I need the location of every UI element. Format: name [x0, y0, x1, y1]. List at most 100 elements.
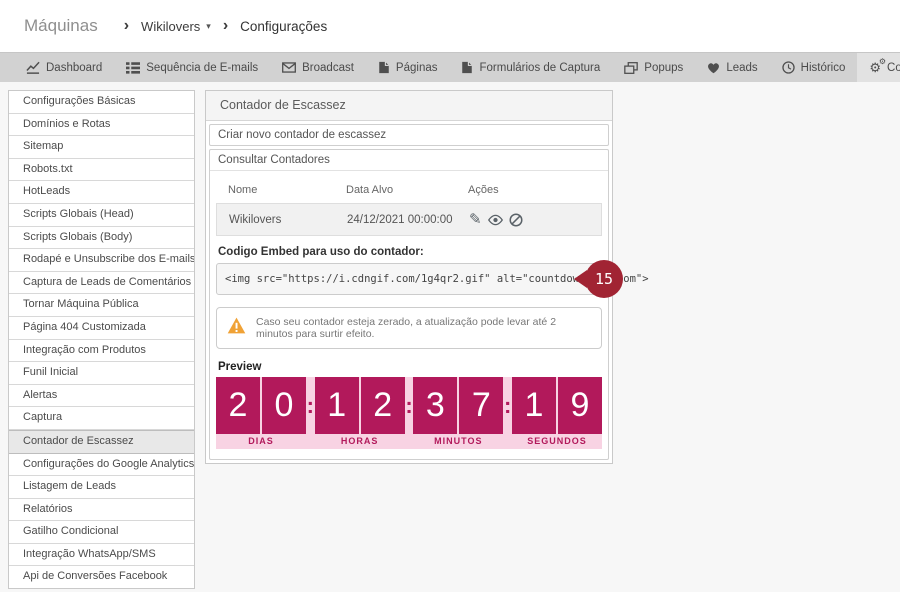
list-icon — [126, 61, 140, 74]
tab-label: Páginas — [396, 62, 438, 74]
countdown-group-horas: 1 2 HORAS — [315, 377, 405, 449]
content-area: Configurações Básicas Domínios e Rotas S… — [0, 82, 900, 589]
tab-label: Popups — [644, 62, 683, 74]
breadcrumb-root[interactable]: Máquinas — [24, 16, 98, 36]
breadcrumb-chevron-icon: › — [124, 17, 129, 35]
sidebar-item-captura[interactable]: Captura — [9, 407, 194, 430]
gears-icon: ⚙⚙ — [869, 61, 881, 74]
tab-leads[interactable]: Leads — [695, 53, 769, 82]
header: Máquinas › Wikilovers ▾ › Configurações — [0, 0, 900, 52]
counter-actions-cell: ✎ — [469, 212, 601, 227]
disable-ban-icon[interactable] — [509, 213, 523, 227]
sidebar-item-dominios-e-rotas[interactable]: Domínios e Rotas — [9, 114, 194, 137]
tab-label: Histórico — [801, 62, 846, 74]
warning-box: Caso seu contador esteja zerado, a atual… — [216, 307, 602, 349]
tab-label: Configurações — [887, 62, 900, 74]
tab-configuracoes[interactable]: ⚙⚙ Configurações — [857, 53, 900, 82]
countdown-digit: 3 — [413, 377, 457, 434]
sidebar-item-tornar-maquina-publica[interactable]: Tornar Máquina Pública — [9, 294, 194, 317]
panel-body: Criar novo contador de escassez Consulta… — [206, 121, 612, 463]
app-window: Máquinas › Wikilovers ▾ › Configurações … — [0, 0, 900, 592]
sidebar-item-robots-txt[interactable]: Robots.txt — [9, 159, 194, 182]
tab-broadcast[interactable]: Broadcast — [270, 53, 366, 82]
view-eye-icon[interactable] — [487, 214, 504, 226]
countdown-group-dias: 2 0 DIAS — [216, 377, 306, 449]
tab-sequencia-de-emails[interactable]: Sequência de E-mails — [114, 53, 270, 82]
counter-target-date-cell: 24/12/2021 00:00:00 — [347, 214, 469, 226]
badge-number: 15 — [595, 270, 613, 288]
sidebar-item-alertas[interactable]: Alertas — [9, 385, 194, 408]
tab-label: Leads — [726, 62, 757, 74]
sidebar-item-listagem-de-leads[interactable]: Listagem de Leads — [9, 476, 194, 499]
consult-counters-accordion: Consultar Contadores Nome Data Alvo Açõe… — [209, 149, 609, 460]
sidebar-item-integracao-whatsapp-sms[interactable]: Integração WhatsApp/SMS — [9, 544, 194, 567]
countdown-unit-label: DIAS — [216, 434, 306, 449]
sidebar-item-scripts-globais-body[interactable]: Scripts Globais (Body) — [9, 227, 194, 250]
countdown-digit: 0 — [262, 377, 306, 434]
countdown-unit-label: HORAS — [315, 434, 405, 449]
tab-label: Broadcast — [302, 62, 354, 74]
settings-sidebar: Configurações Básicas Domínios e Rotas S… — [8, 90, 195, 589]
panel-title: Contador de Escassez — [206, 91, 612, 121]
warning-triangle-icon — [227, 317, 246, 339]
embed-code-box[interactable]: <img src="https://i.cdngif.com/1g4qr2.gi… — [216, 263, 602, 295]
column-header-acoes: Ações — [468, 184, 602, 196]
sidebar-item-relatorios[interactable]: Relatórios — [9, 499, 194, 522]
countdown-separator: : — [405, 377, 414, 434]
tab-formularios-de-captura[interactable]: Formulários de Captura — [449, 53, 612, 82]
counter-name-cell: Wikilovers — [229, 214, 347, 226]
form-icon — [461, 61, 473, 74]
edit-pencil-icon[interactable]: ✎ — [469, 212, 482, 227]
countdown-digit: 1 — [315, 377, 359, 434]
sidebar-item-configuracoes-basicas[interactable]: Configurações Básicas — [9, 91, 194, 114]
sidebar-item-sitemap[interactable]: Sitemap — [9, 136, 194, 159]
sidebar-item-integracao-produtos[interactable]: Integração com Produtos — [9, 340, 194, 363]
tab-popups[interactable]: Popups — [612, 53, 695, 82]
breadcrumb-machine-dropdown[interactable]: Wikilovers ▾ — [141, 19, 211, 34]
consult-counters-header[interactable]: Consultar Contadores — [210, 150, 608, 171]
table-header-row: Nome Data Alvo Ações — [216, 177, 602, 203]
sidebar-item-hotleads[interactable]: HotLeads — [9, 181, 194, 204]
countdown-digit: 9 — [558, 377, 602, 434]
countdown-separator: : — [503, 377, 512, 434]
counters-table: Nome Data Alvo Ações Wikilovers 24/12/20… — [216, 177, 602, 236]
sidebar-item-captura-leads-fb[interactable]: Captura de Leads de Comentários do FB — [9, 272, 194, 295]
column-header-data-alvo: Data Alvo — [346, 184, 468, 196]
chevron-down-icon: ▾ — [206, 21, 211, 32]
table-row: Wikilovers 24/12/2021 00:00:00 ✎ — [216, 203, 602, 236]
tab-label: Dashboard — [46, 62, 102, 74]
preview-label: Preview — [218, 361, 602, 373]
countdown-separator: : — [306, 377, 315, 434]
breadcrumb-chevron-icon: › — [223, 17, 228, 35]
sidebar-item-contador-de-escassez[interactable]: Contador de Escassez — [9, 430, 194, 454]
sidebar-item-funil-inicial[interactable]: Funil Inicial — [9, 362, 194, 385]
tab-label: Formulários de Captura — [479, 62, 600, 74]
sidebar-item-scripts-globais-head[interactable]: Scripts Globais (Head) — [9, 204, 194, 227]
countdown-digit: 1 — [512, 377, 556, 434]
breadcrumb-machine-label: Wikilovers — [141, 19, 200, 34]
page-icon — [378, 61, 390, 74]
tab-historico[interactable]: Histórico — [770, 53, 858, 82]
create-counter-accordion[interactable]: Criar novo contador de escassez — [209, 124, 609, 146]
countdown-group-minutos: 3 7 MINUTOS — [413, 377, 503, 449]
tab-bar: Dashboard Sequência de E-mails Broadcast… — [0, 52, 900, 82]
heart-icon — [707, 62, 720, 74]
countdown-digit: 7 — [459, 377, 503, 434]
sidebar-item-rodape-unsubscribe[interactable]: Rodapé e Unsubscribe dos E-mails — [9, 249, 194, 272]
countdown-unit-label: SEGUNDOS — [512, 434, 602, 449]
sidebar-item-api-conversoes-facebook[interactable]: Api de Conversões Facebook — [9, 566, 194, 588]
sidebar-item-pagina-404[interactable]: Página 404 Customizada — [9, 317, 194, 340]
scarcity-counter-panel: Contador de Escassez Criar novo contador… — [205, 90, 613, 464]
sidebar-item-google-analytics[interactable]: Configurações do Google Analytics — [9, 454, 194, 477]
chart-line-icon — [26, 61, 40, 74]
countdown-preview: 2 0 DIAS : 1 2 HORA — [216, 377, 602, 449]
countdown-digit: 2 — [216, 377, 260, 434]
annotation-badge-15: 15 — [585, 260, 623, 298]
consult-counters-body: Nome Data Alvo Ações Wikilovers 24/12/20… — [210, 171, 608, 459]
breadcrumb-page: Configurações — [240, 19, 327, 34]
tab-paginas[interactable]: Páginas — [366, 53, 450, 82]
embed-code-label: Codigo Embed para uso do contador: — [218, 246, 602, 258]
tab-dashboard[interactable]: Dashboard — [14, 53, 114, 82]
sidebar-item-gatilho-condicional[interactable]: Gatilho Condicional — [9, 521, 194, 544]
countdown-digit: 2 — [361, 377, 405, 434]
